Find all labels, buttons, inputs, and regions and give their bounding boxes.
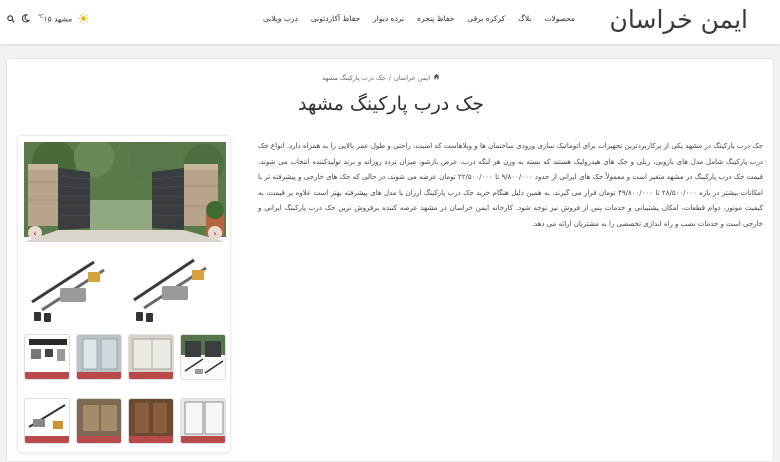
nav-item-products[interactable]: محصولات: [544, 14, 575, 23]
thumbnail-4[interactable]: [24, 334, 70, 380]
next-arrow-button[interactable]: ›: [208, 226, 222, 240]
weather-temp: ۱۵: [43, 14, 52, 24]
site-header: ایمن خراسان درب ویلایی حفاظ آکاردئونی نر…: [0, 0, 780, 44]
main-image[interactable]: ‹ ›: [24, 142, 226, 328]
thumbnail-3[interactable]: [76, 334, 122, 380]
nav-item-roller-shutter[interactable]: کرکره برقی: [467, 14, 505, 23]
nav-item-villa-door[interactable]: درب ویلایی: [263, 14, 298, 23]
site-logo[interactable]: ایمن خراسان: [610, 5, 749, 34]
content-card: ایمن خراسان / جک درب پارکینگ مشهد جک درب…: [6, 58, 774, 462]
description-text: جک درب پارکینگ در مشهد یکی از پرکاربردتر…: [258, 142, 764, 228]
thumbnail-7[interactable]: [76, 398, 122, 444]
thumbnail-1[interactable]: [180, 334, 226, 380]
main-nav: درب ویلایی حفاظ آکاردئونی نرده دیوار حفا…: [250, 14, 575, 23]
weather-widget: مشهد ۱۵℃: [38, 14, 72, 24]
sun-icon: [78, 13, 89, 24]
breadcrumb-home[interactable]: ایمن خراسان: [394, 74, 430, 82]
weather-city: مشهد: [54, 14, 73, 24]
thumbnail-2[interactable]: [128, 334, 174, 380]
moon-icon[interactable]: [21, 14, 30, 23]
product-gallery: ‹ ›: [17, 135, 231, 453]
nav-item-blog[interactable]: بلاگ: [518, 14, 531, 23]
header-tools: مشهد ۱۵℃: [7, 13, 89, 24]
breadcrumb-separator: /: [388, 73, 391, 82]
breadcrumb-current: جک درب پارکینگ مشهد: [322, 73, 386, 82]
thumbnail-8[interactable]: [24, 398, 70, 444]
home-icon[interactable]: [433, 73, 440, 82]
prev-arrow-button[interactable]: ‹: [28, 226, 42, 240]
thumbnail-5[interactable]: [180, 398, 226, 444]
nav-item-window-guard[interactable]: حفاظ پنجره: [417, 14, 454, 23]
page-title: جک درب پارکینگ مشهد: [297, 93, 485, 115]
thumbnail-6[interactable]: [128, 398, 174, 444]
search-icon[interactable]: [7, 14, 15, 23]
nav-item-wall-fence[interactable]: نرده دیوار: [373, 14, 404, 23]
nav-item-accordion-guard[interactable]: حفاظ آکاردئونی: [311, 14, 360, 23]
breadcrumb: ایمن خراسان / جک درب پارکینگ مشهد: [322, 73, 440, 82]
